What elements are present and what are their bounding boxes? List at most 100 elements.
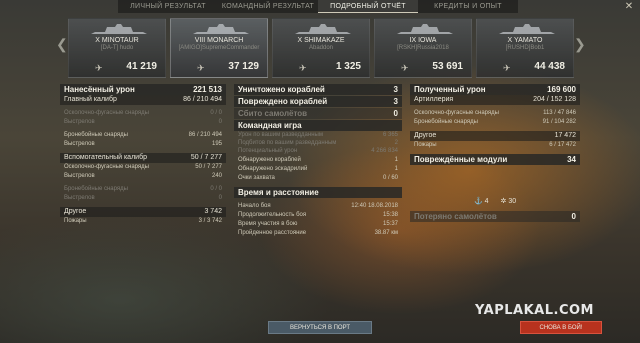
damaged-value: 3 (393, 97, 398, 106)
torpedo-icon: ⚓ (474, 198, 483, 205)
ship-damage: 1 325 (335, 61, 361, 72)
he-label: Осколочно-фугасные снаряды (64, 110, 149, 116)
team-row: Очки захвата 0 / 60 (234, 174, 402, 183)
ship-silhouette-icon (397, 24, 453, 34)
modules-row: Повреждённые модули 34 (410, 154, 580, 165)
main-caliber-value: 86 / 210 494 (183, 96, 222, 103)
he-row: Осколочно-фугасные снаряды 0 / 0 (60, 109, 226, 118)
plane-icon: ✈ (197, 63, 205, 73)
close-icon[interactable]: ✕ (624, 2, 634, 12)
sec-ap-shots-row: Выстрелов 0 (60, 194, 226, 203)
shots-value: 195 (211, 141, 222, 147)
team-row: Потенциальный урон 4 266 834 (234, 147, 402, 156)
recv-fires-row: Пожары 6 / 17 472 (410, 141, 580, 150)
team-row-value: 0 / 60 (382, 175, 398, 181)
chevron-right-icon[interactable]: ❯ (574, 36, 586, 53)
ship-card[interactable]: X SHIMAKAZE Abaddon ✈ 1 325 (272, 18, 370, 78)
team-row-label: Потенциальный урон (238, 148, 298, 154)
sec-ap-row: Бронебойные снаряды 0 / 0 (60, 185, 226, 194)
time-row: Время участия в бою 15:37 (234, 220, 402, 229)
time-row: Продолжительность боя 15:38 (234, 211, 402, 220)
shots-row: Выстрелов 0 (60, 118, 226, 127)
watermark: YAPLAKAL.COM (475, 303, 594, 318)
ship-player: [DA-T] hudo (100, 45, 134, 51)
ship-silhouette-icon (193, 24, 249, 34)
tab-bar: ЛИЧНЫЙ РЕЗУЛЬТАТ КОМАНДНЫЙ РЕЗУЛЬТАТ ПОД… (118, 0, 518, 13)
ship-silhouette-icon (499, 24, 555, 34)
damage-received-total: 169 600 (547, 85, 576, 94)
battle-again-button[interactable]: СНОВА В БОЙ! (520, 321, 602, 334)
team-panel: Уничтожено кораблей 3 Повреждено кораблей… (234, 84, 402, 238)
planes-lost-label: Потеряно самолётов (414, 212, 497, 221)
he-label: Осколочно-фугасные снаряды (414, 110, 499, 116)
planes-lost-row: Потеряно самолётов 0 (410, 211, 580, 222)
team-row: Обнаружено эскадрилий 1 (234, 165, 402, 174)
ship-silhouette-icon (91, 24, 147, 34)
ship-player: Abaddon (308, 45, 334, 51)
ship-name: IX IOWA (409, 37, 437, 44)
shots-label: Выстрелов (64, 195, 95, 201)
fires-value: 6 / 17 472 (549, 142, 576, 148)
time-row: Пройденное расстояние 38.87 км (234, 229, 402, 238)
ship-damage: 37 129 (228, 61, 259, 72)
tab-team-result[interactable]: КОМАНДНЫЙ РЕЗУЛЬТАТ (218, 0, 318, 13)
ship-damage: 44 438 (534, 61, 565, 72)
he-value: 50 / 7 277 (195, 164, 222, 170)
team-header: Командная игра (234, 120, 402, 131)
ship-name: X MINOTAUR (95, 37, 139, 44)
time-row-value: 15:37 (382, 221, 398, 227)
recv-ap-row: Бронебойные снаряды 91 / 104 282 (410, 118, 580, 127)
damage-dealt-header: Нанесённый урон 221 513 (60, 84, 226, 95)
module-stats: ⚓ 4 ✲ 30 (474, 197, 516, 205)
tab-detailed-report[interactable]: ПОДРОБНЫЙ ОТЧЁТ (318, 0, 418, 13)
ship-card[interactable]: VIII MONARCH [AMIGO]SupremeCommander ✈ 3… (170, 18, 268, 78)
damaged-label: Повреждено кораблей (238, 97, 328, 106)
plane-icon: ✈ (299, 63, 307, 73)
team-row-label: Обнаружено эскадрилий (238, 166, 308, 172)
ap-value: 91 / 104 282 (542, 119, 576, 125)
modules-label: Повреждённые модули (414, 155, 508, 164)
destroyed-row: Уничтожено кораблей 3 (234, 84, 402, 95)
ship-card[interactable]: X MINOTAUR [DA-T] hudo ✈ 41 219 (68, 18, 166, 78)
tab-credits-xp[interactable]: КРЕДИТЫ И ОПЫТ (418, 0, 518, 13)
other-label: Другое (414, 132, 437, 139)
team-row-value: 4 266 834 (371, 148, 398, 154)
planes-row: Сбито самолётов 0 (234, 108, 402, 119)
damage-dealt-title: Нанесённый урон (64, 85, 135, 94)
team-row-value: 1 (394, 157, 398, 163)
plane-icon: ✈ (401, 63, 409, 73)
chevron-left-icon[interactable]: ❮ (56, 36, 68, 53)
he-value: 113 / 47 846 (543, 110, 576, 116)
ship-name: VIII MONARCH (194, 37, 244, 44)
artillery-value: 204 / 152 128 (533, 96, 576, 103)
ship-name: X SHIMAKAZE (297, 37, 345, 44)
artillery-label: Артиллерия (414, 96, 454, 103)
shots-label: Выстрелов (64, 141, 95, 147)
damaged-row: Повреждено кораблей 3 (234, 96, 402, 107)
he-value: 0 / 0 (210, 110, 222, 116)
other-label: Другое (64, 208, 87, 215)
ap-value: 0 / 0 (210, 186, 222, 192)
ship-silhouette-icon (295, 24, 351, 34)
ship-card[interactable]: X YAMATO [RUSHD]Bob1 ✈ 44 438 (476, 18, 574, 78)
time-row-label: Время участия в бою (238, 221, 298, 227)
return-to-port-button[interactable]: ВЕРНУТЬСЯ В ПОРТ (268, 321, 372, 334)
secondary-caliber-label: Вспомогательный калибр (64, 154, 147, 161)
planes-lost-panel: Потеряно самолётов 0 (410, 211, 580, 222)
planes-value: 0 (393, 109, 398, 118)
ship-card[interactable]: IX IOWA [RSKH]Russia2018 ✈ 53 691 (374, 18, 472, 78)
damage-received-title: Полученный урон (414, 85, 486, 94)
fires-row: Пожары 3 / 3 742 (60, 217, 226, 226)
ship-player: [AMIGO]SupremeCommander (178, 45, 260, 51)
module-count: 30 (508, 198, 517, 205)
sec-shots-row: Выстрелов 240 (60, 172, 226, 181)
damage-dealt-panel: Нанесённый урон 221 513 Главный калибр 86 … (60, 84, 226, 226)
ap-value: 86 / 210 494 (188, 132, 222, 138)
plane-icon: ✈ (503, 63, 511, 73)
team-row-label: Очки захвата (238, 175, 275, 181)
time-row-value: 12:40 18.08.2018 (351, 203, 398, 209)
planes-lost-value: 0 (571, 212, 576, 221)
sec-he-row: Осколочно-фугасные снаряды 50 / 7 277 (60, 163, 226, 172)
other-value: 3 742 (204, 208, 222, 215)
tab-personal-result[interactable]: ЛИЧНЫЙ РЕЗУЛЬТАТ (118, 0, 218, 13)
